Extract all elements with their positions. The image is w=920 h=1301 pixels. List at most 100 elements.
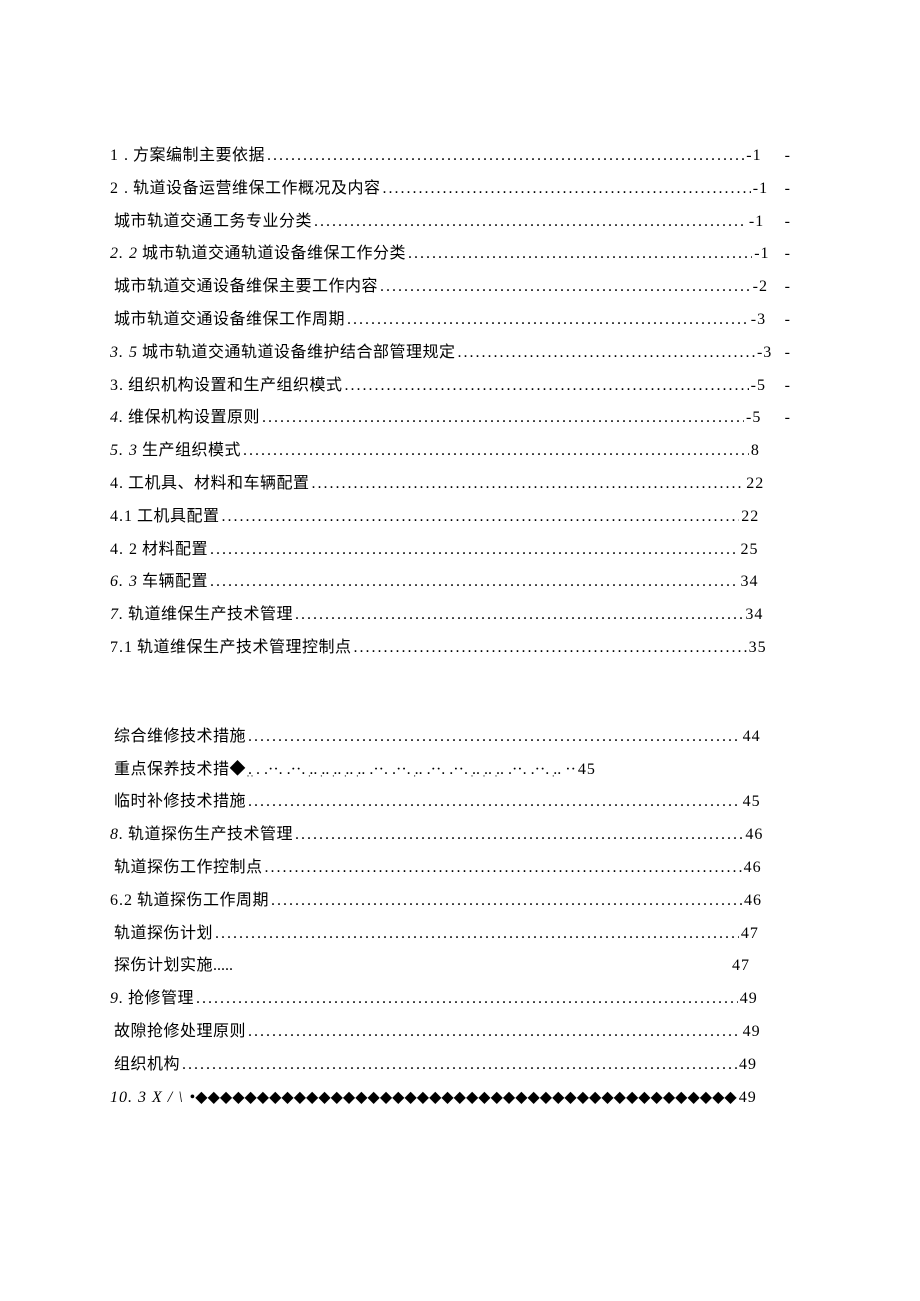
toc-row: 4.工机具、材料和车辆配置 ..........................… [110,468,790,501]
toc-row: 轨道探伤计划 .................................… [110,918,790,951]
toc-leader-dots: ........................................… [248,721,741,754]
toc-entry-number: 1 . [110,140,129,173]
toc-entry-title: 轨道探伤工作周期 [137,885,269,918]
toc-entry-number: 3. 5 [110,337,138,370]
toc-row: 6.2轨道探伤工作周期.............................… [110,885,790,918]
toc-entry-suffix: - [766,304,790,337]
toc-leader-dots: ........................................… [248,786,741,819]
toc-entry-page: 44 [743,721,761,754]
toc-entry-page: 47 [741,918,759,951]
toc-entry-number: 2 . [110,173,129,206]
toc-entry-number: 9. [110,983,124,1016]
toc-entry-title: 车辆配置 [142,566,208,599]
toc-entry-page: -5 [746,402,761,435]
toc-entry-title: 城市轨道交通设备维保工作周期 [114,304,345,337]
toc-entry-title: 探伤计划实施 [114,950,213,983]
toc-entry-title: 组织机构设置和生产组织模式 [128,370,343,403]
toc-entry-number: 5. 3 [110,435,138,468]
toc-entry-page: 49 [739,1082,757,1115]
toc-entry-number: 4. [110,402,124,435]
toc-entry-number: 3. [110,370,124,403]
toc-entry-title: 轨道探伤生产技术管理 [128,819,293,852]
toc-entry-page: 22 [746,468,764,501]
toc-leader-dots: ........................................… [248,1016,741,1049]
toc-row: 4. 维保机构设置原则 ............................… [110,402,790,435]
toc-leader-dots: ........................................… [314,206,747,239]
toc-entry-title: 轨道维保生产技术管理控制点 [137,632,352,665]
toc-leader-dots: ........................................… [262,402,744,435]
toc-entry-number: 6. 3 [110,566,138,599]
toc-entry-suffix: - [762,140,790,173]
toc-entry-title: 生产组织模式 [142,435,241,468]
toc-leader-dots: ........................................… [354,632,747,665]
toc-row: 综合维修技术措施 ...............................… [110,721,790,754]
toc-entry-title: 城市轨道交通工务专业分类 [114,206,312,239]
toc-row: 2. 2城市轨道交通轨道设备维保工作分类 ...................… [110,238,790,271]
toc-entry-page: 34 [745,599,763,632]
toc-entry-title: 维保机构设置原则 [128,402,260,435]
toc-entry-page: 49 [743,1016,761,1049]
toc-entry-page: 46 [744,885,762,918]
toc-entry-suffix: - [768,271,790,304]
toc-entry-page: 45 [743,786,761,819]
toc-leader-dots: ........................................… [196,983,738,1016]
toc-row: 城市轨道交通设备维保主要工作内容........................… [110,271,790,304]
toc-row: 1 .方案编制主要依据.............................… [110,140,790,173]
toc-entry-page: -5 [751,370,766,403]
toc-row: 8. 轨道探伤生产技术管理 ..........................… [110,819,790,852]
toc-row: 5. 3生产组织模式 .............................… [110,435,790,468]
toc-entry-number: 4. [110,468,124,501]
toc-row: 3.组织机构设置和生产组织模式.........................… [110,370,790,403]
toc-entry-suffix: - [764,206,790,239]
toc-entry-page: 47 [732,950,750,983]
toc-row: 城市轨道交通工务专业分类............................… [110,206,790,239]
toc-entry-number: 8. [110,819,124,852]
toc-row: 10. 3 X / \•◆◆◆◆◆◆◆◆◆◆◆◆◆◆◆◆◆◆◆◆◆◆◆◆◆◆◆◆… [110,1082,790,1115]
toc-entry-title: 临时补修技术措施 [114,786,246,819]
toc-list: 1 .方案编制主要依据.............................… [110,140,790,1114]
toc-entry-page: 8 [751,435,760,468]
toc-page: 1 .方案编制主要依据.............................… [0,0,920,1114]
toc-entry-page: 49 [740,983,758,1016]
toc-leader-dots: ........................................… [458,337,755,370]
toc-leader-dots: ........................................… [222,501,740,534]
toc-row: 探伤计划实施..... 47 [110,950,790,983]
toc-entry-title: 抢修管理 [128,983,194,1016]
toc-entry-title: 轨道探伤工作控制点 [114,852,263,885]
toc-entry-suffix: - [766,370,790,403]
toc-leader-dots: ........................................… [182,1049,737,1082]
toc-entry-page: 25 [741,534,759,567]
toc-entry-title: 轨道维保生产技术管理 [128,599,293,632]
toc-leader-dots: ........................................… [215,918,739,951]
toc-entry-page: -1 [749,206,764,239]
toc-leader-diamond: •◆◆◆◆◆◆◆◆◆◆◆◆◆◆◆◆◆◆◆◆◆◆◆◆◆◆◆◆◆◆◆◆◆◆◆◆◆◆◆… [190,1082,737,1115]
toc-leader-short: ..... [213,950,233,983]
toc-gap [110,665,790,721]
toc-entry-suffix: - [761,402,790,435]
toc-leader-dots: ........................................… [271,885,742,918]
toc-entry-page: 35 [749,632,767,665]
toc-leader-dots: ........................................… [265,852,742,885]
toc-entry-title: 方案编制主要依据 [133,140,265,173]
toc-entry-number: 7. [110,599,124,632]
toc-entry-page: 46 [745,819,763,852]
toc-row: 城市轨道交通设备维保工作周期..........................… [110,304,790,337]
toc-entry-page: 45 [578,754,596,787]
toc-entry-page: 34 [741,566,759,599]
toc-row: 3. 5城市轨道交通轨道设备维护结合部管理规定 ................… [110,337,790,370]
toc-entry-page: -1 [746,140,761,173]
toc-row: 轨道探伤工作控制点 ..............................… [110,852,790,885]
toc-entry-suffix: - [770,238,790,271]
toc-row: 4.1 工机具配置 ..............................… [110,501,790,534]
toc-row: 7.1 轨道维保生产技术管理控制点 ......................… [110,632,790,665]
toc-entry-title: 城市轨道交通轨道设备维保工作分类 [142,238,406,271]
toc-leader-dots: ........................................… [383,173,751,206]
toc-row: 组织机构 ...................................… [110,1049,790,1082]
toc-leader-mixed: ִ. ִ. .··. .··. .ִ. .ִ. .ִ. .ִ. .ִ. .··.… [248,754,576,787]
toc-row: 重点保养技术措◆ִ. ִ. .··. .··. .ִ. .ִ. .ִ. .ִ. … [110,754,790,787]
toc-entry-number: 2. 2 [110,238,138,271]
toc-entry-page: -1 [753,173,768,206]
toc-entry-number: 6.2 [110,885,133,918]
toc-entry-page: -2 [753,271,768,304]
toc-entry-title: 故隙抢修处理原则 [114,1016,246,1049]
